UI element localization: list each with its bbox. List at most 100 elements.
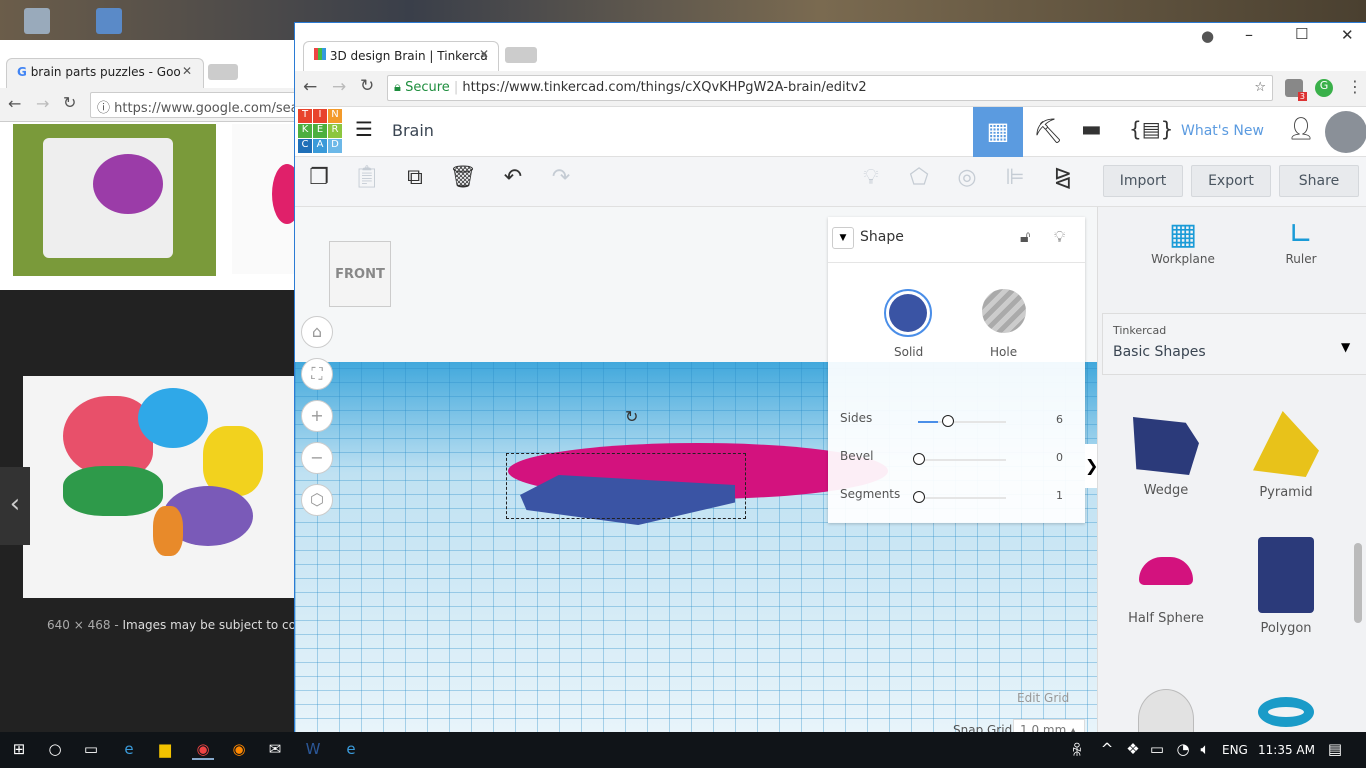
windows-start-icon[interactable]: ⊞: [8, 740, 30, 760]
internet-explorer-icon[interactable]: e: [340, 740, 362, 760]
3d-view-grid-icon[interactable]: ▦: [973, 107, 1023, 157]
minimize-button[interactable]: –: [1245, 25, 1253, 44]
lightbulb-icon[interactable]: 💡︎: [853, 165, 889, 190]
edit-grid-button[interactable]: Edit Grid: [1017, 691, 1069, 705]
paste-icon[interactable]: 📋︎: [349, 165, 385, 190]
clock[interactable]: 11:35 AM: [1258, 743, 1315, 757]
brain-puzzle-image[interactable]: [13, 124, 216, 276]
reload-icon[interactable]: ↻: [63, 93, 76, 112]
collapse-panel-button[interactable]: ▼: [832, 227, 854, 249]
back-icon[interactable]: ←: [303, 77, 317, 97]
share-button[interactable]: Share: [1279, 165, 1359, 197]
shape-pyramid[interactable]: Pyramid: [1226, 411, 1346, 500]
search-icon[interactable]: ○: [44, 740, 66, 760]
tab-tinkercad[interactable]: 3D design Brain | Tinkerca: [303, 41, 499, 71]
language-indicator[interactable]: ENG: [1222, 743, 1248, 757]
reload-icon[interactable]: ↻: [360, 76, 374, 96]
sides-slider[interactable]: [942, 415, 954, 427]
selection-box[interactable]: [506, 453, 746, 519]
menu-icon[interactable]: ⋮: [1347, 77, 1363, 96]
brain-diagram-image[interactable]: [232, 124, 302, 274]
lightbulb-icon[interactable]: 💡︎: [1054, 227, 1065, 247]
action-center-icon[interactable]: ▤: [1324, 740, 1346, 760]
library-scrollbar[interactable]: [1354, 543, 1362, 623]
workplane-button[interactable]: ▦ Workplane: [1138, 217, 1228, 266]
tab-google-search[interactable]: G brain parts puzzles - Goo: [6, 58, 204, 88]
whats-new-link[interactable]: What's New: [1181, 123, 1264, 139]
firefox-icon[interactable]: ◉: [228, 740, 250, 760]
zoom-out-icon[interactable]: −: [301, 442, 333, 474]
duplicate-icon[interactable]: ⧉: [397, 165, 433, 190]
design-list-icon[interactable]: ☰: [355, 117, 373, 141]
add-user-icon[interactable]: 👤︎: [1287, 117, 1315, 142]
bevel-slider[interactable]: [913, 453, 925, 465]
shape-half-sphere[interactable]: Half Sphere: [1106, 557, 1226, 626]
shape-wedge[interactable]: Wedge: [1106, 417, 1226, 498]
mail-icon[interactable]: ✉: [264, 740, 286, 760]
align-icon[interactable]: ⊫: [997, 165, 1033, 190]
close-window-button[interactable]: ✕: [1341, 26, 1354, 44]
view-cube[interactable]: FRONT: [329, 241, 391, 307]
selected-image-preview[interactable]: [23, 376, 296, 598]
unlock-icon[interactable]: 🔓︎: [1020, 227, 1030, 247]
file-explorer-icon[interactable]: ▆: [154, 740, 176, 760]
rotate-handle-icon[interactable]: ↻: [625, 407, 638, 426]
ruler-button[interactable]: ∟ Ruler: [1266, 217, 1336, 266]
codeblocks-icon[interactable]: {▤}: [1129, 117, 1173, 141]
chrome-icon[interactable]: ◉: [192, 740, 214, 760]
copy-icon[interactable]: ❐: [301, 165, 337, 190]
desktop-shortcut-icon[interactable]: [96, 8, 122, 34]
recycle-bin-icon[interactable]: [24, 8, 50, 34]
back-icon[interactable]: ←: [8, 94, 21, 113]
maximize-button[interactable]: ☐: [1295, 25, 1308, 43]
task-view-icon[interactable]: ▭: [80, 740, 102, 760]
forward-icon[interactable]: →: [332, 77, 346, 97]
snap-grid-select[interactable]: 1.0 mm ▴: [1013, 719, 1085, 733]
tinkercad-logo[interactable]: TIN KER CAD: [298, 109, 342, 153]
shape-polygon[interactable]: Polygon: [1226, 537, 1346, 636]
dropbox-icon[interactable]: ❖: [1122, 740, 1144, 760]
group-icon[interactable]: ⬠: [901, 165, 937, 190]
ungroup-icon[interactable]: ◎: [949, 165, 985, 190]
people-icon[interactable]: ꆜ: [1066, 740, 1088, 760]
forward-icon[interactable]: →: [36, 94, 49, 113]
delete-icon[interactable]: 🗑︎: [445, 165, 481, 190]
pickaxe-icon[interactable]: ⛏: [1033, 117, 1063, 145]
close-tab-icon[interactable]: ✕: [479, 47, 489, 61]
show-hidden-icons-chevron-icon[interactable]: ^: [1096, 740, 1118, 760]
expand-panel-chevron-icon[interactable]: ❯: [1085, 444, 1097, 488]
close-tab-icon[interactable]: ✕: [182, 64, 192, 78]
export-button[interactable]: Export: [1191, 165, 1271, 197]
avatar[interactable]: [1325, 111, 1366, 153]
bricks-icon[interactable]: ▬: [1081, 117, 1102, 142]
url-input[interactable]: 🔒︎ Secure | https://www.tinkercad.com/th…: [387, 75, 1273, 101]
hole-option[interactable]: [982, 289, 1026, 333]
word-icon[interactable]: W: [302, 740, 324, 760]
shape-torus[interactable]: [1226, 697, 1346, 727]
segments-slider[interactable]: [913, 491, 925, 503]
fit-view-icon[interactable]: ⛶: [301, 358, 333, 390]
grammarly-icon[interactable]: G: [1315, 79, 1333, 97]
previous-image-button[interactable]: ‹: [0, 467, 30, 545]
design-name[interactable]: Brain: [392, 121, 434, 140]
bookmark-star-icon[interactable]: ☆: [1254, 80, 1266, 95]
new-tab-button[interactable]: [208, 64, 238, 80]
home-view-icon[interactable]: ⌂: [301, 316, 333, 348]
library-select[interactable]: Tinkercad Basic Shapes ▼: [1102, 313, 1366, 375]
wifi-icon[interactable]: ◔: [1172, 740, 1194, 760]
battery-icon[interactable]: ▭: [1146, 740, 1168, 760]
3d-workplane-viewport[interactable]: FRONT ⌂ ⛶ + − ⬡ ↻ ▼ Shape 🔓︎ 💡︎ Solid Ho…: [295, 207, 1097, 733]
undo-icon[interactable]: ↶: [495, 165, 531, 190]
new-tab-button[interactable]: [505, 47, 537, 63]
url-input[interactable]: ⓘ https://www.google.com/sea: [90, 92, 300, 118]
perspective-icon[interactable]: ⬡: [301, 484, 333, 516]
redo-icon[interactable]: ↷: [543, 165, 579, 190]
zoom-in-icon[interactable]: +: [301, 400, 333, 432]
mirror-icon[interactable]: ⧎: [1045, 165, 1081, 190]
extension-icon[interactable]: 3: [1285, 79, 1307, 101]
volume-icon[interactable]: 🔈︎: [1194, 740, 1216, 760]
solid-option[interactable]: [884, 289, 932, 337]
import-button[interactable]: Import: [1103, 165, 1183, 197]
edge-icon[interactable]: e: [118, 740, 140, 760]
profile-icon[interactable]: ●: [1201, 27, 1214, 45]
